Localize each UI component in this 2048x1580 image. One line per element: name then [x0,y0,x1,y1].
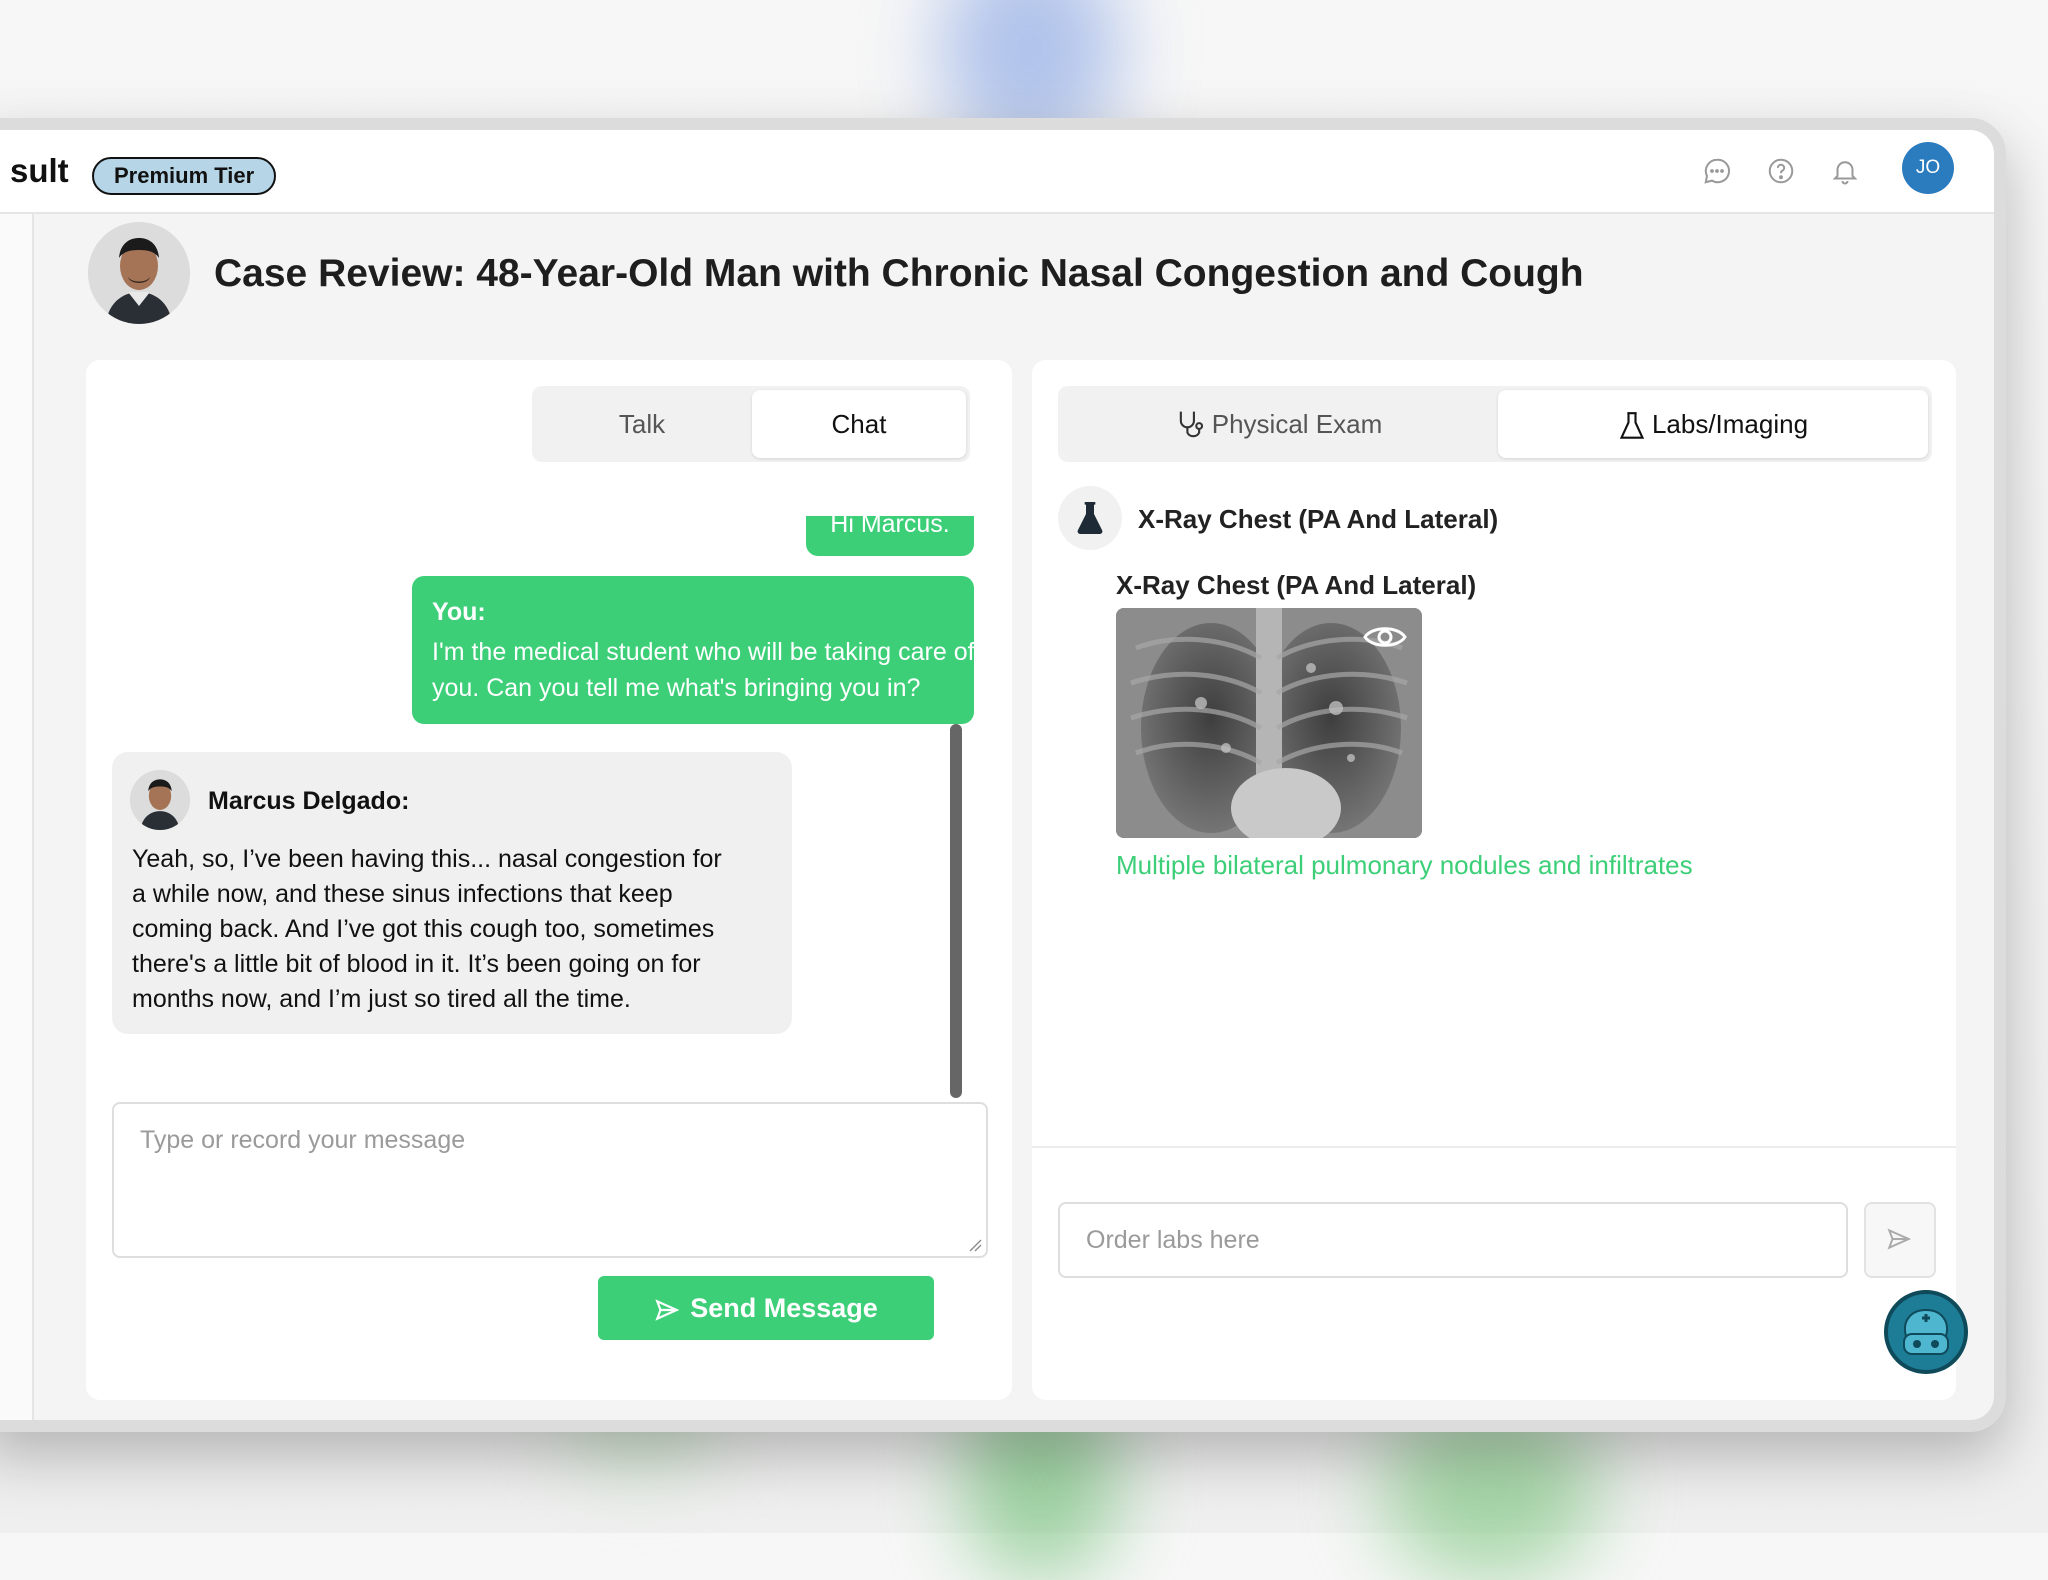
bell-icon[interactable] [1830,156,1860,186]
message-text-line: there's a little bit of blood in it. It’… [132,950,701,978]
help-icon[interactable] [1766,156,1796,186]
panel-divider [1032,1146,1956,1148]
chat-message-patient: Marcus Delgado: Yeah, so, I’ve been havi… [112,752,792,1034]
send-label: Send Message [690,1293,878,1323]
tab-label: Labs/Imaging [1651,409,1809,439]
lab-result-icon [1058,486,1122,550]
stethoscope-icon [1179,411,1203,438]
mode-toggle: Talk Chat [532,386,970,462]
chat-scrollbar[interactable] [950,724,962,1098]
user-avatar[interactable]: JO [1902,142,1954,194]
message-list[interactable]: Hi Marcus. You: I'm the medical student … [106,516,986,1096]
app-window: sult Premium Tier JO Case Review: 48-Yea… [0,118,2006,1432]
eye-icon[interactable] [1362,620,1408,654]
chat-message-me: You: I'm the medical student who will be… [412,576,975,724]
message-sender: You: [432,598,486,626]
patient-avatar-small [130,770,190,830]
tab-physical-exam[interactable]: Physical Exam [1062,390,1494,458]
left-sidebar [0,214,34,1420]
flask-icon [1077,502,1103,535]
chat-message-me: Hi Marcus. [806,516,974,556]
tab-talk[interactable]: Talk [536,390,748,458]
message-sender: Marcus Delgado: [208,787,410,815]
lab-image-title: X-Ray Chest (PA And Lateral) [1116,570,1477,600]
exam-panel: Physical Exam Labs/Imaging X-Ray Chest (… [1032,360,1956,1400]
message-placeholder: Type or record your message [140,1126,466,1154]
message-text-line: you. Can you tell me what's bringing you… [432,674,921,702]
order-labs-submit-button[interactable] [1864,1202,1936,1278]
tier-badge: Premium Tier [92,157,277,195]
chat-bubble-icon[interactable] [1702,156,1732,186]
patient-avatar [88,222,190,324]
message-text-line: coming back. And I’ve got this cough too… [132,915,715,943]
app-brand: sult [10,152,69,189]
send-icon [1887,1228,1912,1250]
tab-labs-imaging[interactable]: Labs/Imaging [1498,390,1928,458]
message-text-line: I'm the medical student who will be taki… [432,638,975,666]
order-labs-input[interactable]: Order labs here [1058,1202,1848,1278]
order-labs-placeholder: Order labs here [1086,1226,1260,1254]
lab-finding: Multiple bilateral pulmonary nodules and… [1116,850,1693,880]
message-input[interactable]: Type or record your message [112,1102,988,1258]
case-title: Case Review: 48-Year-Old Man with Chroni… [214,252,1584,295]
tab-label: Physical Exam [1211,409,1383,439]
flask-icon [1619,412,1645,439]
ai-assistant-button[interactable] [1884,1290,1968,1374]
tab-chat[interactable]: Chat [752,390,966,458]
exam-tabs: Physical Exam Labs/Imaging [1058,386,1932,462]
send-message-button[interactable]: Send Message [598,1276,934,1340]
case-header: Case Review: 48-Year-Old Man with Chroni… [88,222,1888,332]
message-text-line: Yeah, so, I’ve been having this... nasal… [132,845,722,873]
message-text: Hi Marcus. [830,516,950,538]
chat-panel: Talk Chat Hi Marcus. You: I'm the medica… [86,360,1012,1400]
message-text-line: months now, and I’m just so tired all th… [132,985,631,1013]
lab-result-heading: X-Ray Chest (PA And Lateral) [1138,504,1499,534]
xray-image[interactable] [1116,608,1422,838]
send-icon [655,1299,680,1321]
sidebar-action-button[interactable] [0,1426,8,1432]
brain-robot-icon [1903,1308,1949,1355]
resize-handle-icon[interactable] [968,1238,982,1252]
message-text-line: a while now, and these sinus infections … [132,880,673,908]
top-bar: sult Premium Tier JO [0,130,1994,214]
